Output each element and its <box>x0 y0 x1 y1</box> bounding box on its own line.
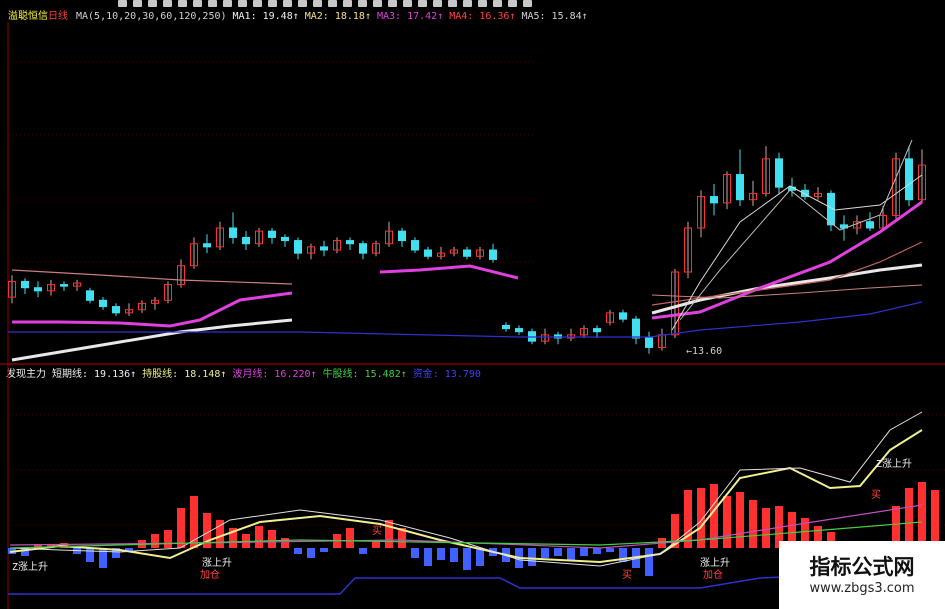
indicator-bar <box>450 548 458 562</box>
indicator-bar <box>606 548 614 552</box>
indicator-bar <box>411 548 419 558</box>
indicator-bar <box>177 508 185 548</box>
signal-label: 买 <box>871 490 881 501</box>
watermark: 指标公式网 www.zbgs3.com <box>779 541 945 609</box>
low-price-value: 13.60 <box>692 346 723 357</box>
candle-body <box>346 240 354 245</box>
indicator-bar <box>268 530 276 548</box>
watermark-url: www.zbgs3.com <box>809 581 915 596</box>
stock-chart-window: 溢聪恒信日线 MA(5,10,20,30,60,120,250) MA1: 19.4… <box>0 0 945 609</box>
indicator-bar <box>424 548 432 566</box>
candle-body <box>398 230 406 242</box>
indicator-bar <box>86 548 94 562</box>
indicator-bar <box>541 548 549 558</box>
candle-body <box>905 158 913 201</box>
candle-body <box>99 299 107 308</box>
indicator-bar <box>359 548 367 554</box>
indicator-bar <box>320 548 328 552</box>
candle-body <box>34 287 42 292</box>
candle-body <box>463 249 471 257</box>
ma-line-red <box>11 269 293 285</box>
signal-label: 加仓 <box>703 570 723 581</box>
indicator-bar <box>346 528 354 548</box>
candle-body <box>411 240 419 251</box>
candle-body <box>619 312 627 320</box>
candle-body <box>268 230 276 238</box>
signal-label: 加仓 <box>200 570 220 581</box>
indicator-bar <box>294 548 302 554</box>
candle-body <box>775 158 783 188</box>
indicator-bar <box>255 526 263 548</box>
candle-body <box>489 249 497 260</box>
ma-line-magenta <box>379 264 519 280</box>
candle-body <box>593 328 601 333</box>
indicator-bar <box>164 530 172 548</box>
indicator-bar <box>931 490 939 548</box>
candle-body <box>112 306 120 314</box>
signal-label: 买 <box>622 570 632 581</box>
candle-body <box>866 221 874 229</box>
candle-body <box>60 284 68 287</box>
watermark-title: 指标公式网 <box>809 555 915 579</box>
candle-body <box>710 196 718 204</box>
indicator-bar <box>437 548 445 560</box>
indicator-bar <box>528 548 536 566</box>
signal-label: Z涨上升 <box>12 562 49 573</box>
indicator-bar <box>905 488 913 548</box>
indicator-bar <box>580 548 588 556</box>
candle-body <box>294 240 302 254</box>
signal-label: Z涨上升 <box>876 459 913 470</box>
indicator-bar <box>762 508 770 548</box>
indicator-bar <box>567 548 575 560</box>
candle-body <box>281 236 289 242</box>
candle-body <box>736 174 744 201</box>
indicator-bar <box>749 500 757 548</box>
candle-body <box>229 227 237 238</box>
indicator-bar <box>385 520 393 548</box>
indicator-bar <box>645 548 653 576</box>
indicator-bar <box>281 538 289 548</box>
indicator-bar <box>151 534 159 548</box>
ma-line-white <box>651 263 923 315</box>
ma-line-pink <box>651 284 923 299</box>
candle-body <box>645 337 653 348</box>
candle-body <box>502 324 510 330</box>
candle-body <box>424 249 432 257</box>
candle-body <box>203 243 211 248</box>
indicator-bar <box>593 548 601 554</box>
ma-line-magenta <box>12 291 293 328</box>
indicator-bar <box>723 496 731 548</box>
chart-canvas[interactable] <box>0 0 945 609</box>
indicator-bar <box>476 548 484 566</box>
indicator-bar <box>307 548 315 558</box>
candle-body <box>21 280 29 289</box>
indicator-bar <box>684 490 692 548</box>
candle-body <box>242 236 250 245</box>
candle-body <box>632 318 640 339</box>
signal-label: 买 <box>372 526 382 537</box>
indicator-bar <box>736 492 744 548</box>
low-price-annotation: ←13.60 <box>686 346 723 357</box>
indicator-bar <box>554 548 562 556</box>
candle-body <box>359 243 367 254</box>
candle-body <box>86 290 94 301</box>
indicator-bar <box>918 482 926 548</box>
indicator-bar <box>463 548 471 570</box>
candle-body <box>320 246 328 251</box>
candle-body <box>515 328 523 333</box>
